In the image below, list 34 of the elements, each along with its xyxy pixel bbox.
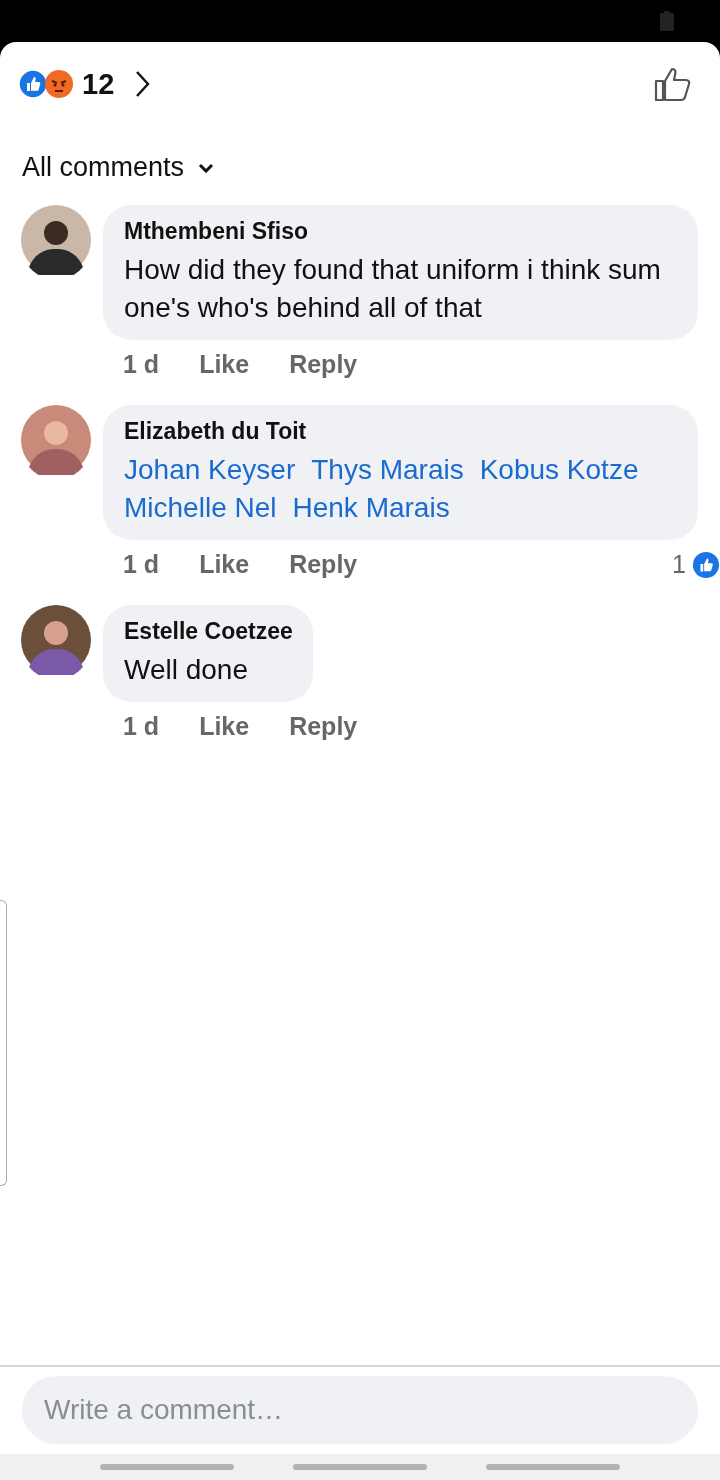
reply-button[interactable]: Reply <box>289 350 358 379</box>
nav-handle[interactable] <box>99 1464 234 1470</box>
mention-link[interactable]: Johan Keyser <box>124 451 296 489</box>
mention-link[interactable]: Kobus Kotze <box>479 451 639 489</box>
reply-button[interactable]: Reply <box>289 712 358 741</box>
comment-author[interactable]: Mthembeni Sfiso <box>124 218 678 245</box>
comment-time: 1 d <box>123 550 160 579</box>
avatar[interactable] <box>21 605 91 675</box>
comment-time: 1 d <box>123 350 160 379</box>
comment-author[interactable]: Elizabeth du Toit <box>124 418 678 445</box>
mention-link[interactable]: Henk Marais <box>292 489 450 527</box>
like-reaction-icon <box>18 69 48 99</box>
chevron-right-icon[interactable] <box>134 70 151 98</box>
like-button[interactable]: Like <box>199 350 250 379</box>
mention-link[interactable]: Michelle Nel <box>124 489 277 527</box>
reaction-count[interactable]: 1 <box>672 550 686 579</box>
comment-text: How did they found that uniform i think sum one's who's behind all of that <box>124 253 662 325</box>
mention-link[interactable]: Thys Marais <box>311 451 464 489</box>
reaction-count[interactable]: 12 <box>82 67 115 101</box>
comments-filter[interactable]: All comments <box>22 152 215 183</box>
nav-handle[interactable] <box>293 1464 427 1470</box>
comment-text: Well done <box>124 653 249 687</box>
like-button[interactable]: Like <box>199 550 250 579</box>
chevron-down-icon <box>198 162 215 173</box>
comment-time: 1 d <box>123 712 160 741</box>
comment-input-field[interactable]: Write a comment… <box>22 1376 698 1444</box>
thumbs-up-icon[interactable] <box>654 66 692 102</box>
avatar[interactable] <box>21 205 91 275</box>
nav-handle[interactable] <box>486 1464 621 1470</box>
like-button[interactable]: Like <box>199 712 250 741</box>
battery-icon <box>660 11 674 31</box>
reply-button[interactable]: Reply <box>289 550 358 579</box>
angry-reaction-icon <box>44 69 74 99</box>
comment-author[interactable]: Estelle Coetzee <box>124 618 293 645</box>
